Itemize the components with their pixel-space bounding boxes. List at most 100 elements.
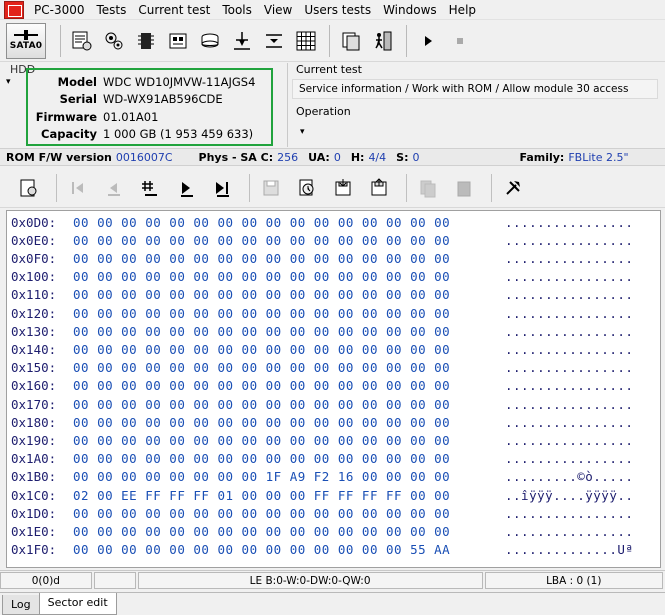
disk-icon[interactable]: [195, 25, 225, 57]
hex-row[interactable]: 0x1B0: 00 00 00 00 00 00 00 00 1F A9 F2 1…: [11, 468, 633, 486]
hex-row[interactable]: 0x0E0: 00 00 00 00 00 00 00 00 00 00 00 0…: [11, 231, 633, 249]
menu-current-test[interactable]: Current test: [134, 0, 218, 20]
hex-row[interactable]: 0x190: 00 00 00 00 00 00 00 00 00 00 00 0…: [11, 431, 633, 449]
hex-bytes[interactable]: 00 00 00 00 00 00 00 00 00 00 00 00 00 0…: [73, 378, 505, 393]
hex-ascii[interactable]: ................: [505, 287, 633, 302]
collapse-arrow-icon[interactable]: ▾: [6, 77, 11, 87]
hex-ascii[interactable]: ................: [505, 378, 633, 393]
open-sector-icon[interactable]: [14, 173, 44, 203]
hex-row[interactable]: 0x130: 00 00 00 00 00 00 00 00 00 00 00 0…: [11, 322, 633, 340]
memory-board-icon[interactable]: [163, 25, 193, 57]
ua-label: UA:: [308, 150, 330, 164]
hex-row[interactable]: 0x1F0: 00 00 00 00 00 00 00 00 00 00 00 0…: [11, 541, 633, 559]
hex-row[interactable]: 0x100: 00 00 00 00 00 00 00 00 00 00 00 0…: [11, 268, 633, 286]
hex-row[interactable]: 0x0F0: 00 00 00 00 00 00 00 00 00 00 00 0…: [11, 249, 633, 267]
hex-bytes[interactable]: 00 00 00 00 00 00 00 00 00 00 00 00 00 0…: [73, 542, 505, 557]
hex-bytes[interactable]: 00 00 00 00 00 00 00 00 00 00 00 00 00 0…: [73, 433, 505, 448]
hex-bytes[interactable]: 02 00 EE FF FF FF 01 00 00 00 FF FF FF F…: [73, 488, 505, 503]
tab-log[interactable]: Log: [2, 595, 40, 615]
goto-sector-icon[interactable]: [135, 173, 165, 203]
hex-ascii[interactable]: ................: [505, 360, 633, 375]
hex-bytes[interactable]: 00 00 00 00 00 00 00 00 00 00 00 00 00 0…: [73, 342, 505, 357]
drive-info-icon[interactable]: [67, 25, 97, 57]
hex-row[interactable]: 0x170: 00 00 00 00 00 00 00 00 00 00 00 0…: [11, 395, 633, 413]
hex-bytes[interactable]: 00 00 00 00 00 00 00 00 00 00 00 00 00 0…: [73, 233, 505, 248]
hex-bytes[interactable]: 00 00 00 00 00 00 00 00 00 00 00 00 00 0…: [73, 324, 505, 339]
hex-address: 0x1A0:: [11, 451, 57, 467]
copy-disabled-icon[interactable]: [413, 173, 443, 203]
first-sector-icon[interactable]: [63, 173, 93, 203]
hex-row[interactable]: 0x110: 00 00 00 00 00 00 00 00 00 00 00 0…: [11, 286, 633, 304]
refresh-sector-icon[interactable]: [292, 173, 322, 203]
hex-bytes[interactable]: 00 00 00 00 00 00 00 00 00 00 00 00 00 0…: [73, 397, 505, 412]
hex-row[interactable]: 0x140: 00 00 00 00 00 00 00 00 00 00 00 0…: [11, 340, 633, 358]
hex-ascii[interactable]: ................: [505, 342, 633, 357]
sata-port-button[interactable]: SATA0: [6, 22, 46, 59]
hex-ascii[interactable]: ................: [505, 451, 633, 466]
hex-ascii[interactable]: ................: [505, 233, 633, 248]
tools-icon[interactable]: [498, 173, 528, 203]
stop-icon[interactable]: [445, 25, 475, 57]
grid-table-icon[interactable]: [291, 25, 321, 57]
load-file-icon[interactable]: [328, 173, 358, 203]
hex-ascii[interactable]: ................: [505, 215, 633, 230]
hex-bytes[interactable]: 00 00 00 00 00 00 00 00 00 00 00 00 00 0…: [73, 306, 505, 321]
hex-bytes[interactable]: 00 00 00 00 00 00 00 00 1F A9 F2 16 00 0…: [73, 469, 505, 484]
hex-address: 0x1F0:: [11, 542, 57, 558]
hex-ascii[interactable]: ................: [505, 433, 633, 448]
hex-ascii[interactable]: ................: [505, 397, 633, 412]
hex-bytes[interactable]: 00 00 00 00 00 00 00 00 00 00 00 00 00 0…: [73, 524, 505, 539]
hex-bytes[interactable]: 00 00 00 00 00 00 00 00 00 00 00 00 00 0…: [73, 415, 505, 430]
status-blank: [93, 572, 136, 589]
hex-row[interactable]: 0x1D0: 00 00 00 00 00 00 00 00 00 00 00 0…: [11, 504, 633, 522]
hex-bytes[interactable]: 00 00 00 00 00 00 00 00 00 00 00 00 00 0…: [73, 506, 505, 521]
hex-bytes[interactable]: 00 00 00 00 00 00 00 00 00 00 00 00 00 0…: [73, 451, 505, 466]
hex-row[interactable]: 0x160: 00 00 00 00 00 00 00 00 00 00 00 0…: [11, 377, 633, 395]
hex-editor[interactable]: 0x0D0: 00 00 00 00 00 00 00 00 00 00 00 0…: [6, 210, 661, 568]
menu-tests[interactable]: Tests: [92, 0, 134, 20]
menu-users-tests[interactable]: Users tests: [300, 0, 379, 20]
menu-windows[interactable]: Windows: [379, 0, 445, 20]
pages-icon[interactable]: [336, 25, 366, 57]
tab-sector-edit[interactable]: Sector edit: [38, 593, 117, 615]
hex-ascii[interactable]: ................: [505, 269, 633, 284]
hex-bytes[interactable]: 00 00 00 00 00 00 00 00 00 00 00 00 00 0…: [73, 269, 505, 284]
hex-ascii[interactable]: ..............Uª: [505, 542, 633, 557]
hex-ascii[interactable]: .........©ò.....: [505, 469, 633, 484]
hex-row[interactable]: 0x1A0: 00 00 00 00 00 00 00 00 00 00 00 0…: [11, 450, 633, 468]
hex-ascii[interactable]: ................: [505, 506, 633, 521]
hex-row[interactable]: 0x150: 00 00 00 00 00 00 00 00 00 00 00 0…: [11, 359, 633, 377]
hex-row[interactable]: 0x1E0: 00 00 00 00 00 00 00 00 00 00 00 0…: [11, 522, 633, 540]
next-sector-icon[interactable]: [171, 173, 201, 203]
hex-row[interactable]: 0x120: 00 00 00 00 00 00 00 00 00 00 00 0…: [11, 304, 633, 322]
hex-ascii[interactable]: ..îÿÿÿ....ÿÿÿÿ..: [505, 488, 633, 503]
hex-ascii[interactable]: ................: [505, 524, 633, 539]
hex-ascii[interactable]: ................: [505, 306, 633, 321]
hex-ascii[interactable]: ................: [505, 251, 633, 266]
save-disabled-icon[interactable]: [256, 173, 286, 203]
menu-pc3000[interactable]: PC-3000: [30, 0, 92, 20]
hex-bytes[interactable]: 00 00 00 00 00 00 00 00 00 00 00 00 00 0…: [73, 215, 505, 230]
hex-bytes[interactable]: 00 00 00 00 00 00 00 00 00 00 00 00 00 0…: [73, 360, 505, 375]
previous-sector-icon[interactable]: [99, 173, 129, 203]
save-file-icon[interactable]: [364, 173, 394, 203]
tracks-icon[interactable]: [259, 25, 289, 57]
heads-icon[interactable]: [227, 25, 257, 57]
hex-row[interactable]: 0x1C0: 02 00 EE FF FF FF 01 00 00 00 FF F…: [11, 486, 633, 504]
hex-row[interactable]: 0x180: 00 00 00 00 00 00 00 00 00 00 00 0…: [11, 413, 633, 431]
gears-icon[interactable]: [99, 25, 129, 57]
chip-icon[interactable]: [131, 25, 161, 57]
hex-ascii[interactable]: ................: [505, 324, 633, 339]
hex-ascii[interactable]: ................: [505, 415, 633, 430]
play-icon[interactable]: [413, 25, 443, 57]
hex-row[interactable]: 0x0D0: 00 00 00 00 00 00 00 00 00 00 00 0…: [11, 213, 633, 231]
hex-bytes[interactable]: 00 00 00 00 00 00 00 00 00 00 00 00 00 0…: [73, 251, 505, 266]
exit-door-icon[interactable]: [368, 25, 398, 57]
last-sector-icon[interactable]: [207, 173, 237, 203]
hex-bytes[interactable]: 00 00 00 00 00 00 00 00 00 00 00 00 00 0…: [73, 287, 505, 302]
menu-tools[interactable]: Tools: [218, 0, 260, 20]
paste-disabled-icon[interactable]: [449, 173, 479, 203]
menu-view[interactable]: View: [260, 0, 300, 20]
menu-help[interactable]: Help: [445, 0, 484, 20]
operation-collapse-arrow-icon[interactable]: ▾: [300, 127, 305, 137]
